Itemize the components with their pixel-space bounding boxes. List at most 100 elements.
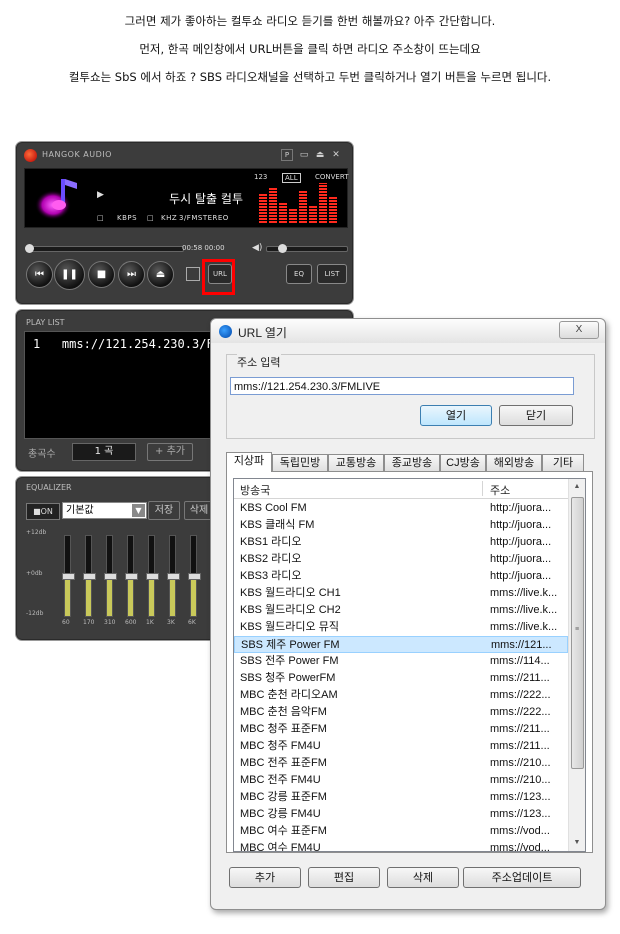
tab-terrestrial[interactable]: 지상파 <box>226 452 272 472</box>
seek-bar[interactable] <box>25 244 184 253</box>
repeat-123-button[interactable]: 123 <box>254 173 267 181</box>
eq-band-knob[interactable] <box>188 573 201 580</box>
station-row[interactable]: MBC 여수 FM4U mms://vod... <box>234 840 568 851</box>
open-button[interactable]: 열기 <box>420 405 492 426</box>
eq-band-knob[interactable] <box>125 573 138 580</box>
station-row[interactable]: SBS 청주 PowerFM mms://211... <box>234 670 568 687</box>
eq-band-knob[interactable] <box>104 573 117 580</box>
eq-band-knob[interactable] <box>146 573 159 580</box>
station-row[interactable]: SBS 전주 Power FM mms://114... <box>234 653 568 670</box>
tab-overseas[interactable]: 해외방송 <box>486 454 542 471</box>
station-address: mms://222... <box>490 706 551 718</box>
eq-band-slider[interactable] <box>188 535 201 617</box>
prev-button[interactable]: ⏮ <box>26 261 53 288</box>
tab-religion[interactable]: 종교방송 <box>384 454 440 471</box>
station-row[interactable]: MBC 전주 표준FM mms://210... <box>234 755 568 772</box>
station-row[interactable]: MBC 춘천 라디오AM mms://222... <box>234 687 568 704</box>
url-input[interactable]: mms://121.254.230.3/FMLIVE <box>230 377 574 395</box>
eq-band-slider[interactable] <box>104 535 117 617</box>
eq-band-fill <box>107 576 112 616</box>
chevron-down-icon[interactable]: ▼ <box>132 504 145 517</box>
column-header-station[interactable]: 방송국 <box>240 482 270 498</box>
folder-icon[interactable] <box>186 267 200 281</box>
station-name: KBS 월드라디오 CH2 <box>240 604 341 616</box>
station-row[interactable]: MBC 여수 표준FM mms://vod... <box>234 823 568 840</box>
station-name: MBC 전주 표준FM <box>240 757 327 769</box>
player-titlebar[interactable]: HANGOK AUDIO P ▭ ⏏ ✕ <box>24 149 345 163</box>
station-row[interactable]: MBC 청주 FM4U mms://211... <box>234 738 568 755</box>
tab-other[interactable]: 기타 <box>542 454 584 471</box>
station-row[interactable]: KBS 월드라디오 CH2 mms://live.k... <box>234 602 568 619</box>
next-button[interactable]: ⏭ <box>118 261 145 288</box>
eq-band-slider[interactable] <box>125 535 138 617</box>
station-row[interactable]: MBC 강릉 표준FM mms://123... <box>234 789 568 806</box>
eq-band-slider[interactable] <box>83 535 96 617</box>
station-row[interactable]: KBS 월드라디오 CH1 mms://live.k... <box>234 585 568 602</box>
dialog-titlebar[interactable]: URL 열기 X <box>211 319 605 343</box>
edit-button[interactable]: 편집 <box>308 867 380 888</box>
eq-band-label: 170 <box>83 619 95 626</box>
mini-mode-icon[interactable]: ⏏ <box>314 149 326 161</box>
close-icon[interactable]: ✕ <box>330 149 342 161</box>
volume-knob[interactable] <box>278 244 288 253</box>
station-row[interactable]: MBC 청주 표준FM mms://211... <box>234 721 568 738</box>
eject-button[interactable]: ⏏ <box>147 261 174 288</box>
station-name: MBC 청주 표준FM <box>240 723 327 735</box>
eq-band-knob[interactable] <box>62 573 75 580</box>
scroll-thumb[interactable]: ≡ <box>571 497 584 769</box>
eq-band-knob[interactable] <box>167 573 180 580</box>
tab-cj[interactable]: CJ방송 <box>440 454 486 471</box>
station-row[interactable]: KBS Cool FM http://juora... <box>234 500 568 517</box>
add-button[interactable]: 추가 <box>229 867 301 888</box>
station-row[interactable]: KBS 클래식 FM http://juora... <box>234 517 568 534</box>
column-header-address[interactable]: 주소 <box>490 482 510 498</box>
list-button[interactable]: LIST <box>317 264 347 284</box>
eq-band-slider[interactable] <box>167 535 180 617</box>
station-row[interactable]: KBS3 라디오 http://juora... <box>234 568 568 585</box>
vertical-scrollbar[interactable]: ▲ ≡ ▼ <box>568 479 585 851</box>
stop-button[interactable]: ■ <box>88 261 115 288</box>
app-icon <box>219 325 232 338</box>
station-row[interactable]: MBC 강릉 FM4U mms://123... <box>234 806 568 823</box>
station-address: mms://live.k... <box>490 587 558 599</box>
tab-traffic[interactable]: 교통방송 <box>328 454 384 471</box>
station-row[interactable]: MBC 전주 FM4U mms://210... <box>234 772 568 789</box>
station-name: MBC 여수 표준FM <box>240 825 327 837</box>
scroll-down-icon[interactable]: ▼ <box>569 835 585 851</box>
station-list[interactable]: 방송국 주소 KBS Cool FM http://juora... KBS 클래식… <box>233 478 586 852</box>
close-icon[interactable]: X <box>559 321 599 339</box>
convert-button[interactable]: CONVERT <box>315 173 348 181</box>
visualizer-note-icon <box>35 179 77 220</box>
delete-button[interactable]: 삭제 <box>387 867 459 888</box>
seek-knob[interactable] <box>25 244 34 253</box>
playlist-add-button[interactable]: + 추가 <box>147 443 193 461</box>
station-row[interactable]: KBS1 라디오 http://juora... <box>234 534 568 551</box>
tab-independent[interactable]: 독립민방 <box>272 454 328 471</box>
station-row[interactable]: MBC 춘천 음악FM mms://222... <box>234 704 568 721</box>
station-row[interactable]: KBS 월드라디오 뮤직 mms://live.k... <box>234 619 568 636</box>
station-name: KBS 클래식 FM <box>240 519 315 531</box>
station-row[interactable]: KBS2 라디오 http://juora... <box>234 551 568 568</box>
update-address-button[interactable]: 주소업데이트 <box>463 867 581 888</box>
eq-button[interactable]: EQ <box>286 264 312 284</box>
playlist-item[interactable]: 1 mms://121.254.230.3/FM <box>33 337 221 351</box>
volume-slider[interactable] <box>266 244 348 253</box>
station-address: mms://211... <box>490 740 550 752</box>
total-count-value: 1 곡 <box>72 443 136 461</box>
eq-save-button[interactable]: 저장 <box>148 501 180 520</box>
close-button[interactable]: 닫기 <box>499 405 573 426</box>
playlist-item-index: 1 <box>33 337 41 351</box>
minimize-icon[interactable]: ▭ <box>298 149 310 161</box>
scroll-up-icon[interactable]: ▲ <box>569 479 585 495</box>
eq-on-toggle[interactable]: ■ON <box>26 503 60 520</box>
station-name: MBC 청주 FM4U <box>240 740 321 752</box>
pause-button[interactable]: ❚❚ <box>54 259 85 290</box>
station-row[interactable]: SBS 제주 Power FM mms://121... <box>234 636 568 653</box>
playlist-toggle-button[interactable]: P <box>281 149 293 161</box>
kbps-indicator-icon: □ <box>97 214 105 222</box>
eq-band-slider[interactable] <box>62 535 75 617</box>
column-divider[interactable] <box>482 481 483 496</box>
eq-band-knob[interactable] <box>83 573 96 580</box>
eq-preset-select[interactable]: 기본값 ▼ <box>62 502 147 519</box>
eq-band-slider[interactable] <box>146 535 159 617</box>
